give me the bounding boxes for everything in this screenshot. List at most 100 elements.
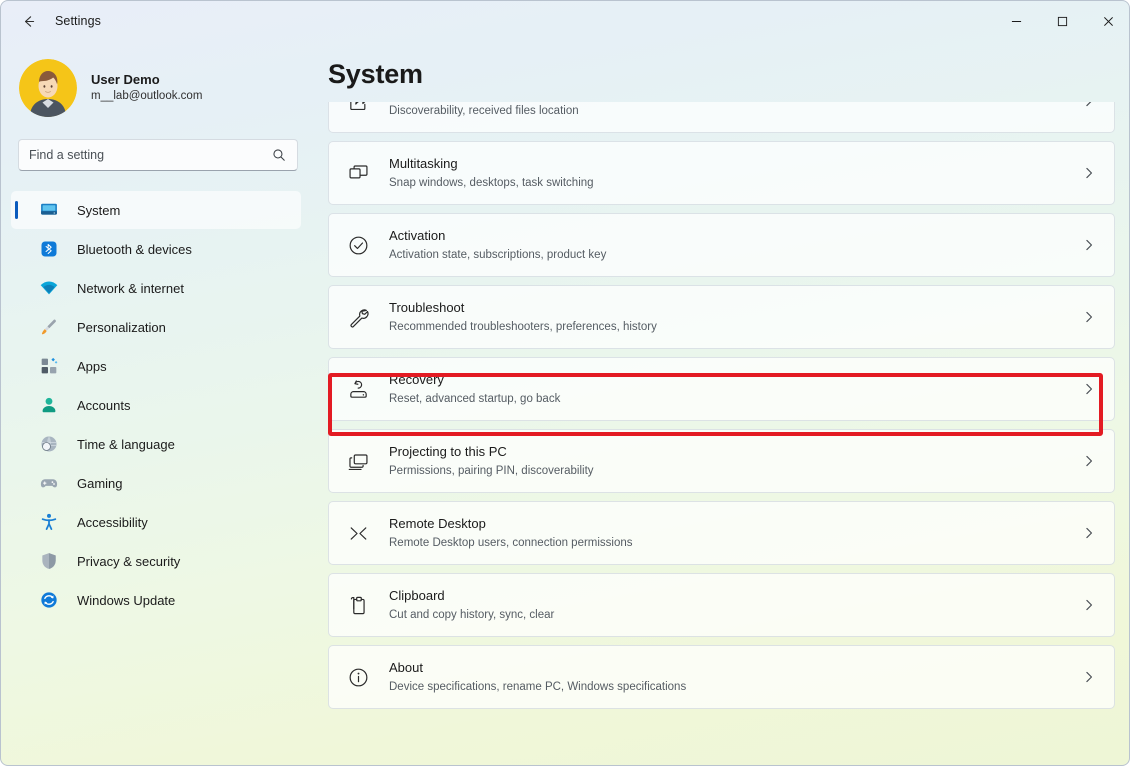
bluetooth-icon (39, 239, 59, 259)
settings-card-subtitle: Reset, advanced startup, go back (389, 392, 561, 405)
sidebar-item-label: Time & language (77, 436, 175, 452)
account-name: User Demo (91, 72, 160, 88)
share-icon (346, 102, 370, 113)
settings-card-list: Nearby sharingDiscoverability, received … (313, 102, 1129, 709)
clock-globe-icon (39, 434, 59, 454)
person-icon (39, 395, 59, 415)
settings-window: Settings User Demo m__lab@outlook.com Fi… (0, 0, 1130, 766)
sidebar-item-system[interactable]: System (11, 191, 301, 229)
paintbrush-icon (39, 317, 59, 337)
sidebar-item-label: Personalization (77, 319, 166, 335)
settings-card-projecting-to-this-pc[interactable]: Projecting to this PC Permissions, pairin… (328, 429, 1115, 493)
settings-card-text: Troubleshoot Recommended troubleshooters,… (389, 299, 657, 334)
chevron-right-icon (1082, 102, 1096, 108)
sidebar-item-privacy-security[interactable]: Privacy & security (11, 542, 301, 580)
sidebar-item-label: System (77, 202, 121, 218)
settings-card-clipboard[interactable]: Clipboard Cut and copy history, sync, cle… (328, 573, 1115, 637)
settings-card-text: Projecting to this PC Permissions, pairin… (389, 443, 594, 478)
sidebar-item-time-language[interactable]: Time & language (11, 425, 301, 463)
sidebar-item-gaming[interactable]: Gaming (11, 464, 301, 502)
project-screen-icon (346, 449, 370, 473)
close-icon (1103, 16, 1113, 26)
sidebar-item-label: Network & internet (77, 280, 184, 296)
settings-card-text: About Device specifications, rename PC, W… (389, 659, 686, 694)
settings-card-title: Multitasking (389, 156, 458, 172)
chevron-right-icon (1082, 238, 1096, 252)
sidebar-item-label: Accessibility (77, 514, 148, 530)
settings-card-troubleshoot[interactable]: Troubleshoot Recommended troubleshooters,… (328, 285, 1115, 349)
settings-scroll-area[interactable]: Nearby sharingDiscoverability, received … (313, 102, 1129, 765)
settings-card-text: Multitasking Snap windows, desktops, task… (389, 155, 594, 190)
sidebar-item-label: Bluetooth & devices (77, 241, 192, 257)
search-box[interactable] (18, 139, 298, 171)
clipboard-icon (346, 593, 370, 617)
accessibility-icon (39, 512, 59, 532)
account-tile[interactable]: User Demo m__lab@outlook.com (19, 59, 313, 117)
avatar (19, 59, 77, 117)
settings-card-multitasking[interactable]: Multitasking Snap windows, desktops, task… (328, 141, 1115, 205)
chevron-right-icon (1082, 382, 1096, 396)
settings-card-text: Clipboard Cut and copy history, sync, cle… (389, 587, 554, 622)
search-input[interactable] (19, 148, 272, 162)
multitasking-icon (346, 161, 370, 185)
settings-card-subtitle: Snap windows, desktops, task switching (389, 176, 594, 189)
settings-card-title: Projecting to this PC (389, 444, 507, 460)
info-circle-icon (346, 665, 370, 689)
sidebar-item-label: Accounts (77, 397, 131, 413)
back-arrow-icon (24, 15, 34, 27)
update-refresh-icon (39, 590, 59, 610)
settings-card-subtitle: Discoverability, received files location (389, 104, 579, 117)
settings-card-recovery[interactable]: Recovery Reset, advanced startup, go back (328, 357, 1115, 421)
maximize-icon (1057, 16, 1067, 26)
settings-card-subtitle: Activation state, subscriptions, product… (389, 248, 607, 261)
sidebar-item-label: Apps (77, 358, 107, 374)
sidebar-item-network-internet[interactable]: Network & internet (11, 269, 301, 307)
sidebar-item-apps[interactable]: Apps (11, 347, 301, 385)
sidebar-item-windows-update[interactable]: Windows Update (11, 581, 301, 619)
settings-card-subtitle: Recommended troubleshooters, preferences… (389, 320, 657, 333)
page-title: System (328, 59, 423, 89)
settings-card-text: Nearby sharingDiscoverability, received … (389, 102, 579, 119)
gamepad-icon (39, 473, 59, 493)
settings-card-title: Clipboard (389, 588, 445, 604)
settings-card-text: Remote Desktop Remote Desktop users, conn… (389, 515, 633, 550)
sidebar: User Demo m__lab@outlook.com System Bluet… (1, 41, 313, 765)
sidebar-item-label: Privacy & security (77, 553, 181, 569)
sidebar-item-bluetooth-devices[interactable]: Bluetooth & devices (11, 230, 301, 268)
chevron-right-icon (1082, 598, 1096, 612)
settings-card-text: Recovery Reset, advanced startup, go back (389, 371, 560, 406)
sidebar-item-accounts[interactable]: Accounts (11, 386, 301, 424)
wifi-icon (39, 278, 59, 298)
sidebar-item-label: Gaming (77, 475, 123, 491)
settings-card-title: Remote Desktop (389, 516, 486, 532)
settings-card-activation[interactable]: Activation Activation state, subscription… (328, 213, 1115, 277)
account-text: User Demo m__lab@outlook.com (91, 71, 202, 104)
sidebar-item-label: Windows Update (77, 592, 176, 608)
monitor-icon (39, 200, 59, 220)
sidebar-item-accessibility[interactable]: Accessibility (11, 503, 301, 541)
settings-card-title: Recovery (389, 372, 444, 388)
apps-grid-icon (39, 356, 59, 376)
minimize-button[interactable] (993, 1, 1039, 41)
settings-card-remote-desktop[interactable]: Remote Desktop Remote Desktop users, conn… (328, 501, 1115, 565)
window-controls (993, 1, 1129, 41)
chevron-right-icon (1082, 526, 1096, 540)
recovery-icon (346, 377, 370, 401)
remote-desktop-icon (346, 521, 370, 545)
sidebar-item-personalization[interactable]: Personalization (11, 308, 301, 346)
settings-card-title: Activation (389, 228, 446, 244)
settings-card-about[interactable]: About Device specifications, rename PC, W… (328, 645, 1115, 709)
back-button[interactable] (11, 6, 45, 36)
settings-card-subtitle: Remote Desktop users, connection permiss… (389, 536, 633, 549)
close-button[interactable] (1085, 1, 1129, 41)
chevron-right-icon (1082, 310, 1096, 324)
settings-card-title: Troubleshoot (389, 300, 465, 316)
chevron-right-icon (1082, 166, 1096, 180)
settings-card-subtitle: Permissions, pairing PIN, discoverabilit… (389, 464, 594, 477)
main-content: System Nearby sharingDiscoverability, re… (313, 41, 1129, 765)
maximize-button[interactable] (1039, 1, 1085, 41)
minimize-icon (1011, 20, 1021, 22)
sidebar-nav: System Bluetooth & devices Network & inter… (1, 191, 313, 619)
user-avatar-icon (19, 59, 77, 117)
settings-card-nearby-sharing[interactable]: Nearby sharingDiscoverability, received … (328, 102, 1115, 133)
